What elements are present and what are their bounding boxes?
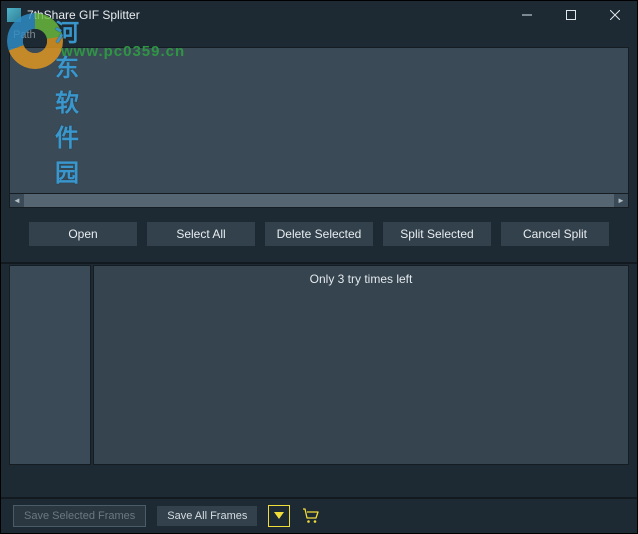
bottom-toolbar: Save Selected Frames Save All Frames [1,497,637,533]
cancel-split-button[interactable]: Cancel Split [501,222,609,246]
close-button[interactable] [593,1,637,29]
app-title: 7thShare GIF Splitter [27,8,140,22]
thumbnail-panel [9,265,91,465]
save-selected-frames-button[interactable]: Save Selected Frames [13,505,146,527]
app-icon [7,8,21,22]
scroll-track[interactable] [24,194,614,207]
frames-preview-area [9,47,629,194]
main-view-panel: Only 3 try times left [93,265,629,465]
lower-section: Only 3 try times left [9,265,629,465]
dropdown-icon[interactable] [268,505,290,527]
open-button[interactable]: Open [29,222,137,246]
scroll-right-button[interactable]: ► [614,194,628,207]
cart-icon[interactable] [300,505,322,527]
action-toolbar: Open Select All Delete Selected Split Se… [1,208,637,260]
trial-message: Only 3 try times left [310,272,413,464]
delete-selected-button[interactable]: Delete Selected [265,222,373,246]
separator [1,262,637,264]
horizontal-scrollbar[interactable]: ◄ ► [9,194,629,208]
split-selected-button[interactable]: Split Selected [383,222,491,246]
save-all-frames-button[interactable]: Save All Frames [156,505,258,527]
minimize-button[interactable] [505,1,549,29]
maximize-button[interactable] [549,1,593,29]
select-all-button[interactable]: Select All [147,222,255,246]
path-label: Path [1,29,637,45]
scroll-left-button[interactable]: ◄ [10,194,24,207]
titlebar: 7thShare GIF Splitter [1,1,637,29]
